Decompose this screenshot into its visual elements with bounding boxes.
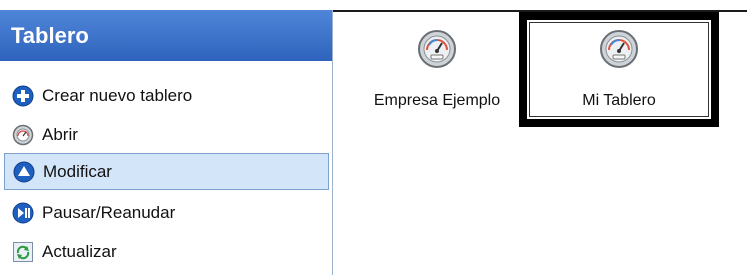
task-label: Pausar/Reanudar <box>42 202 176 222</box>
dashboard-label: Mi Tablero <box>582 92 656 109</box>
gauge-icon <box>598 28 640 70</box>
task-label: Modificar <box>43 161 112 181</box>
task-label: Crear nuevo tablero <box>42 85 193 105</box>
task-pause-resume[interactable]: Pausar/Reanudar <box>0 194 332 231</box>
dashboard-list: Empresa Ejemplo Mi Tablero <box>334 12 747 275</box>
dashboard-item-empresa-ejemplo[interactable]: Empresa Ejemplo <box>362 12 512 127</box>
gauge-icon <box>12 124 34 146</box>
task-create-new-dashboard[interactable]: Crear nuevo tablero <box>0 77 332 114</box>
refresh-icon <box>12 241 34 263</box>
add-circle-icon <box>12 85 34 107</box>
task-list: Crear nuevo tablero Abrir Modificar Paus… <box>0 61 332 275</box>
task-modify[interactable]: Modificar <box>4 153 329 190</box>
task-label: Abrir <box>42 124 78 144</box>
dashboard-label: Empresa Ejemplo <box>373 92 501 109</box>
window-top-border <box>0 0 747 12</box>
up-arrow-circle-icon <box>13 161 35 183</box>
task-label: Actualizar <box>42 241 117 261</box>
task-pane: Tablero Crear nuevo tablero Abrir Modifi… <box>0 10 333 275</box>
task-open[interactable]: Abrir <box>0 116 332 153</box>
dashboard-item-mi-tablero[interactable]: Mi Tablero <box>519 12 719 127</box>
gauge-icon <box>416 28 458 70</box>
task-pane-title: Tablero <box>0 10 332 61</box>
pause-play-icon <box>12 202 34 224</box>
task-refresh[interactable]: Actualizar <box>0 233 332 270</box>
